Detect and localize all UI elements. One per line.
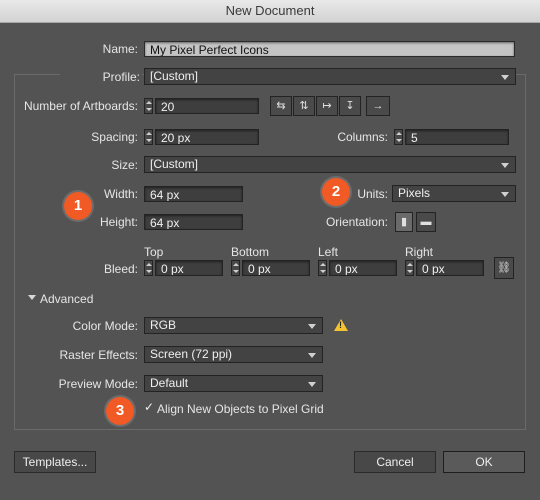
preview-mode-select[interactable]: Default [144, 375, 323, 392]
callout-badge-1: 1 [64, 192, 92, 220]
profile-select[interactable]: [Custom] [144, 68, 516, 85]
bleed-left-label: Left [318, 245, 339, 259]
advanced-toggle-label[interactable]: Advanced [40, 291, 93, 307]
units-value: Pixels [398, 186, 431, 200]
bleed-label: Bleed: [103, 262, 138, 276]
callout-badge-3: 3 [106, 397, 134, 425]
cancel-button[interactable]: Cancel [354, 451, 436, 473]
size-value: [Custom] [150, 157, 199, 171]
ok-button[interactable]: OK [443, 451, 525, 473]
callout-badge-2: 2 [322, 178, 350, 206]
name-label: Name: [102, 42, 138, 56]
size-select[interactable]: [Custom] [144, 156, 516, 173]
bleed-bottom-input[interactable]: 0 px [242, 260, 310, 276]
artboards-label: Number of Artboards: [23, 99, 138, 113]
align-pixel-grid-label[interactable]: Align New Objects to Pixel Grid [157, 401, 324, 417]
spacing-stepper[interactable] [144, 129, 153, 145]
bleed-right-input[interactable]: 0 px [416, 260, 484, 276]
bleed-top-input[interactable]: 0 px [155, 260, 223, 276]
bleed-top-stepper[interactable] [144, 260, 153, 276]
profile-label: Profile: [60, 69, 142, 85]
bleed-left-stepper[interactable] [318, 260, 327, 276]
bleed-bottom-label: Bottom [231, 245, 270, 259]
artboards-stepper[interactable] [144, 98, 153, 114]
color-mode-label: Color Mode: [72, 319, 138, 333]
raster-effects-select[interactable]: Screen (72 ppi) [144, 346, 323, 363]
chevron-down-icon [501, 192, 509, 197]
layout-direction-button[interactable]: → [366, 96, 390, 116]
orientation-label: Orientation: [325, 215, 388, 229]
raster-effects-label: Raster Effects: [59, 348, 138, 362]
profile-value: [Custom] [150, 69, 199, 83]
grid-by-row-icon[interactable]: ⇆ [270, 96, 292, 116]
color-mode-value: RGB [150, 318, 177, 332]
size-label: Size: [111, 158, 138, 172]
chevron-down-icon [308, 382, 316, 387]
height-label: Height: [99, 215, 138, 229]
chevron-down-icon [308, 353, 316, 358]
raster-effects-value: Screen (72 ppi) [150, 347, 233, 361]
landscape-orientation-icon[interactable]: ▬ [416, 212, 436, 232]
width-input[interactable]: 64 px [144, 186, 243, 202]
arrange-by-row-icon[interactable]: ↦ [316, 96, 338, 116]
align-pixel-grid-checkbox[interactable]: ✓ [144, 401, 155, 413]
columns-input[interactable]: 5 [405, 129, 509, 145]
chevron-down-icon [501, 163, 509, 168]
collapse-triangle-icon[interactable] [28, 295, 36, 300]
bleed-bottom-stepper[interactable] [231, 260, 240, 276]
chevron-down-icon [501, 75, 509, 80]
arrange-by-column-icon[interactable]: ↧ [339, 96, 361, 116]
dialog-title: New Document [0, 0, 540, 23]
bleed-right-label: Right [405, 245, 434, 259]
spacing-input[interactable]: 20 px [155, 129, 259, 145]
templates-button[interactable]: Templates... [14, 451, 96, 473]
link-bleed-icon[interactable]: ⛓ [494, 257, 514, 279]
preview-mode-label: Preview Mode: [58, 377, 138, 391]
spacing-label: Spacing: [91, 130, 138, 144]
color-mode-select[interactable]: RGB [144, 317, 323, 334]
units-label: Units: [357, 187, 388, 201]
columns-stepper[interactable] [394, 129, 403, 145]
bleed-top-label: Top [144, 245, 164, 259]
units-select[interactable]: Pixels [392, 185, 516, 202]
height-input[interactable]: 64 px [144, 214, 243, 230]
width-label: Width: [103, 187, 138, 201]
bleed-right-stepper[interactable] [405, 260, 414, 276]
warning-icon: ! [334, 319, 348, 331]
grid-by-column-icon[interactable]: ⇅ [293, 96, 315, 116]
columns-label: Columns: [337, 130, 388, 144]
name-field[interactable]: My Pixel Perfect Icons [144, 41, 515, 57]
chevron-down-icon [308, 324, 316, 329]
bleed-left-input[interactable]: 0 px [329, 260, 397, 276]
portrait-orientation-icon[interactable]: ▮ [395, 212, 413, 232]
artboards-input[interactable]: 20 [155, 98, 259, 114]
preview-mode-value: Default [150, 376, 189, 390]
